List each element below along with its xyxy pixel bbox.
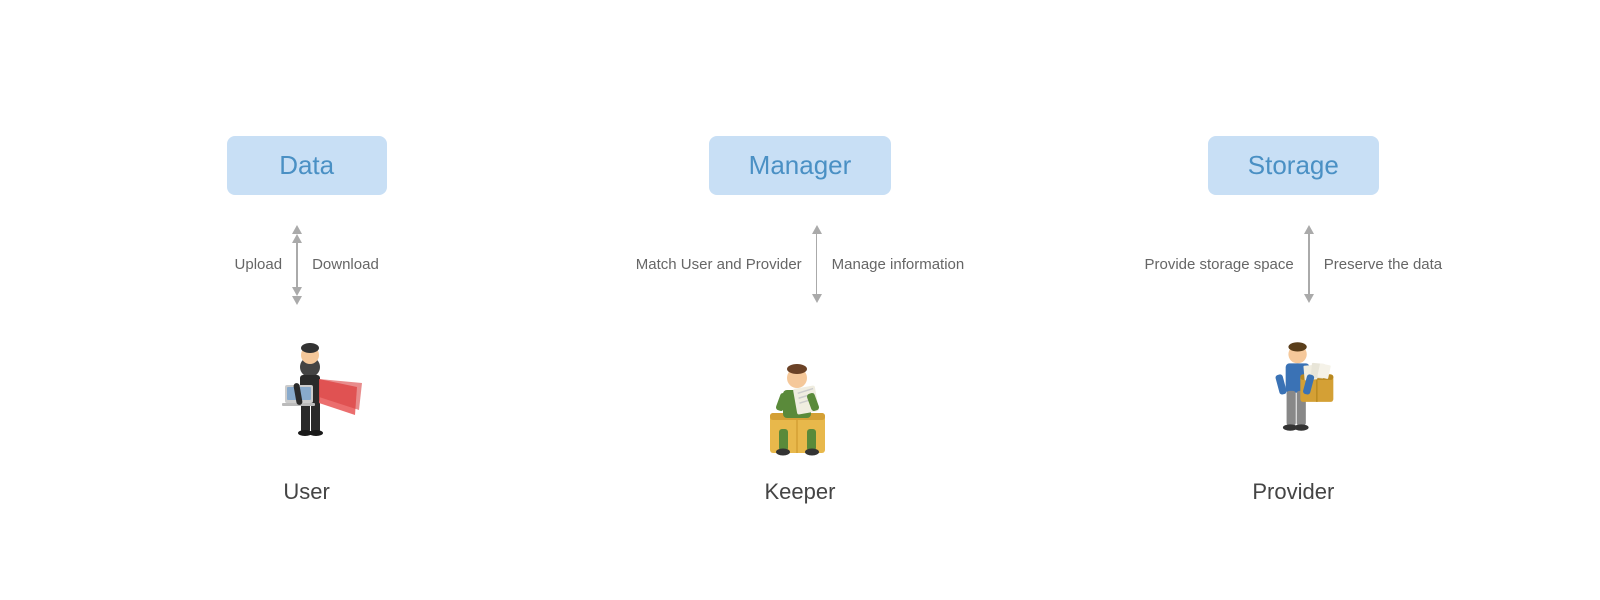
- label-upload: Upload: [235, 256, 293, 273]
- label-manage: Manage information: [822, 256, 965, 273]
- column-storage: Storage Provide storage space Preserve t…: [1047, 136, 1540, 505]
- label-preserve: Preserve the data: [1314, 256, 1442, 273]
- arrow-data: [292, 225, 302, 305]
- arrow-storage: [1304, 225, 1314, 305]
- user-illustration: [247, 325, 367, 465]
- label-download: Download: [302, 256, 379, 273]
- badge-data: Data: [227, 136, 387, 195]
- arrow-section-storage: Provide storage space Preserve the data: [1047, 225, 1540, 305]
- label-provider: Provider: [1252, 479, 1334, 505]
- label-match: Match User and Provider: [636, 256, 812, 273]
- figure-provider: Provider: [1238, 325, 1348, 505]
- label-provide: Provide storage space: [1144, 256, 1303, 273]
- figure-user: User: [247, 325, 367, 505]
- label-user: User: [283, 479, 329, 505]
- provider-illustration: [1238, 325, 1348, 465]
- figure-keeper: Keeper: [745, 325, 855, 505]
- badge-manager: Manager: [709, 136, 892, 195]
- label-keeper: Keeper: [765, 479, 836, 505]
- arrow-section-manager: Match User and Provider Manage informati…: [553, 225, 1046, 305]
- arrow-manager: [812, 225, 822, 305]
- column-data: Data Upload Download: [60, 136, 553, 505]
- main-diagram: Data Upload Download: [0, 96, 1600, 505]
- arrow-section-data: Upload Download: [60, 225, 553, 305]
- column-manager: Manager Match User and Provider Manage i…: [553, 136, 1046, 505]
- badge-storage: Storage: [1208, 136, 1379, 195]
- keeper-illustration: [745, 325, 855, 465]
